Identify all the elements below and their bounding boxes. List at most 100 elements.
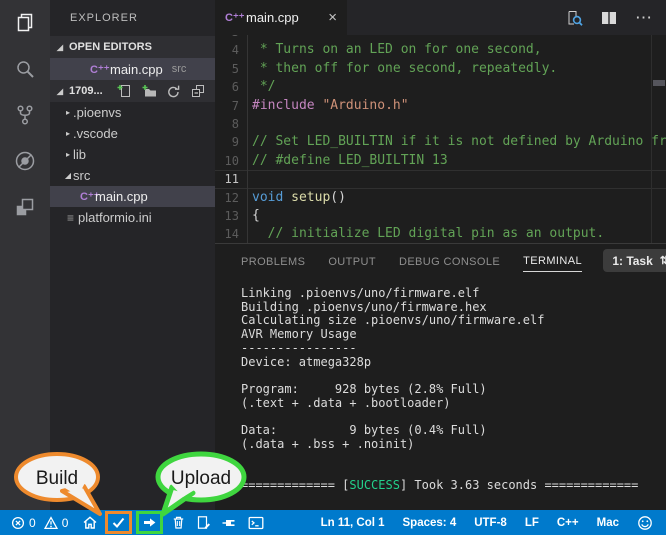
tab-debug-console[interactable]: DEBUG CONSOLE [399, 251, 500, 272]
code-line-6[interactable]: 6 */ [215, 78, 666, 96]
open-editor-detail: src [172, 63, 187, 75]
warning-icon[interactable] [44, 510, 58, 535]
tree-item-label: platformio.ini [78, 210, 152, 225]
sidebar-item-lib[interactable]: ▸lib [50, 144, 215, 165]
code-text: // #define LED_BUILTIN 13 [252, 152, 448, 170]
indentation[interactable]: Spaces: 4 [403, 517, 457, 529]
code-text: // Set LED_BUILTIN if it is not defined … [252, 133, 666, 151]
chevron-expanded-icon: ◢ [55, 43, 65, 52]
panel-tabs: PROBLEMS OUTPUT DEBUG CONSOLE TERMINAL 1… [215, 244, 666, 278]
source-control-icon[interactable] [0, 92, 50, 138]
chevron-collapsed-icon: ▸ [63, 108, 73, 117]
error-icon[interactable] [11, 510, 25, 535]
sidebar-item-src[interactable]: ◢src [50, 165, 215, 186]
status-bar: 0 0 Ln 11, Col 1 Spaces: 4 UTF-8 LF C++ [0, 510, 666, 535]
code-text: */ [252, 78, 275, 96]
new-file-icon[interactable] [116, 83, 132, 99]
bottom-panel: PROBLEMS OUTPUT DEBUG CONSOLE TERMINAL 1… [215, 243, 666, 511]
plug-icon[interactable] [221, 510, 238, 535]
terminal-line [241, 410, 666, 424]
code-line-10[interactable]: 10// #define LED_BUILTIN 13 [215, 152, 666, 170]
open-editors-header[interactable]: ◢ OPEN EDITORS [50, 36, 215, 58]
ini-file-icon: ≡ [63, 211, 78, 225]
terminal-success-line: ============= [SUCCESS] Took 3.63 second… [241, 479, 666, 493]
code-editor[interactable]: 3 *4 * Turns on an LED on for one second… [215, 35, 666, 243]
warning-count[interactable]: 0 [62, 516, 69, 530]
activity-bar [0, 0, 50, 510]
tree-item-label: lib [73, 147, 86, 162]
terminal-line: Linking .pioenvs/uno/firmware.elf [241, 287, 666, 301]
code-line-14[interactable]: 14 // initialize LED digital pin as an o… [215, 225, 666, 243]
error-count[interactable]: 0 [29, 516, 36, 530]
tree-item-label: main.cpp [95, 189, 148, 204]
upload-arrow-icon[interactable] [136, 511, 163, 534]
terminal-line [241, 369, 666, 383]
chevron-expanded-icon: ◢ [55, 87, 65, 96]
platform[interactable]: Mac [597, 517, 619, 529]
close-icon[interactable]: × [328, 9, 337, 26]
cpp-file-icon: C⁺⁺ [225, 11, 240, 24]
tab-main-cpp[interactable]: C⁺⁺ main.cpp × [215, 0, 347, 35]
collapse-all-icon[interactable] [190, 83, 206, 99]
refresh-icon[interactable] [166, 84, 181, 99]
build-check-icon[interactable] [105, 511, 132, 534]
editor-scrollbar[interactable] [651, 35, 666, 243]
tab-terminal[interactable]: TERMINAL [523, 250, 582, 272]
more-actions-icon[interactable]: ⋯ [635, 8, 653, 28]
new-folder-icon[interactable] [141, 83, 157, 99]
code-line-5[interactable]: 5 * then off for one second, repeatedly. [215, 60, 666, 78]
terminal-task-dropdown[interactable]: 1: Task ⇅ [603, 249, 666, 272]
sidebar-item-main-cpp[interactable]: C⁺⁺main.cpp [50, 186, 215, 207]
terminal-line: Device: atmega328p [241, 356, 666, 370]
editor-actions: ⋯ [565, 8, 666, 28]
scrollbar-thumb[interactable] [653, 80, 665, 86]
explorer-sidebar: EXPLORER ◢ OPEN EDITORS C⁺⁺ main.cpp src… [50, 0, 215, 510]
tab-problems[interactable]: PROBLEMS [241, 251, 305, 272]
tree-item-label: .pioenvs [73, 105, 121, 120]
success-badge: SUCCESS [349, 478, 400, 492]
code-line-13[interactable]: 13{ [215, 207, 666, 225]
terminal-line: ---------------- [241, 342, 666, 356]
debug-disabled-icon[interactable] [0, 138, 50, 184]
explorer-icon[interactable] [0, 0, 50, 46]
folder-actions [116, 83, 215, 99]
terminal-line: Calculating size .pioenvs/uno/firmware.e… [241, 314, 666, 328]
code-text: // initialize LED digital pin as an outp… [252, 225, 604, 243]
terminal-line [241, 465, 666, 479]
tab-output[interactable]: OUTPUT [328, 251, 376, 272]
language-mode[interactable]: C++ [557, 517, 579, 529]
open-editor-main-cpp[interactable]: C⁺⁺ main.cpp src [50, 58, 215, 80]
code-line-9[interactable]: 9// Set LED_BUILTIN if it is not defined… [215, 133, 666, 151]
terminal-box-icon[interactable] [248, 510, 264, 535]
smiley-icon[interactable] [637, 510, 653, 535]
code-text: * then off for one second, repeatedly. [252, 60, 557, 78]
code-line-8[interactable]: 8 [215, 115, 666, 133]
terminal-line: Program: 928 bytes (2.8% Full) [241, 383, 666, 397]
home-icon[interactable] [82, 510, 98, 535]
code-line-7[interactable]: 7#include "Arduino.h" [215, 97, 666, 115]
file-tree: ▸.pioenvs▸.vscode▸lib◢srcC⁺⁺main.cpp≡pla… [50, 102, 215, 228]
sidebar-item-platformio-ini[interactable]: ≡platformio.ini [50, 207, 215, 228]
chevron-expanded-icon: ◢ [63, 171, 73, 180]
eol[interactable]: LF [525, 517, 539, 529]
terminal-output[interactable]: Linking .pioenvs/uno/firmware.elfBuildin… [215, 278, 666, 493]
folder-section-header[interactable]: ◢ 1709... [50, 80, 215, 102]
cursor-position[interactable]: Ln 11, Col 1 [321, 517, 385, 529]
status-left: 0 0 [0, 510, 264, 535]
updown-arrows-icon: ⇅ [660, 254, 666, 267]
terminal-line: (.text + .data + .bootloader) [241, 397, 666, 411]
tasks-icon[interactable] [196, 510, 211, 535]
extensions-icon[interactable] [0, 184, 50, 230]
code-line-4[interactable]: 4 * Turns on an LED on for one second, [215, 41, 666, 59]
encoding[interactable]: UTF-8 [474, 517, 507, 529]
search-in-file-icon[interactable] [565, 9, 583, 27]
split-editor-icon[interactable] [600, 10, 618, 26]
code-line-11[interactable]: 11 [215, 170, 666, 188]
trash-icon[interactable] [171, 510, 186, 535]
sidebar-title: EXPLORER [50, 0, 215, 24]
sidebar-item-pioenvs[interactable]: ▸.pioenvs [50, 102, 215, 123]
search-icon[interactable] [0, 46, 50, 92]
sidebar-item-vscode[interactable]: ▸.vscode [50, 123, 215, 144]
code-line-12[interactable]: 12void setup() [215, 189, 666, 207]
editor-tab-bar: C⁺⁺ main.cpp × ⋯ [215, 0, 666, 35]
